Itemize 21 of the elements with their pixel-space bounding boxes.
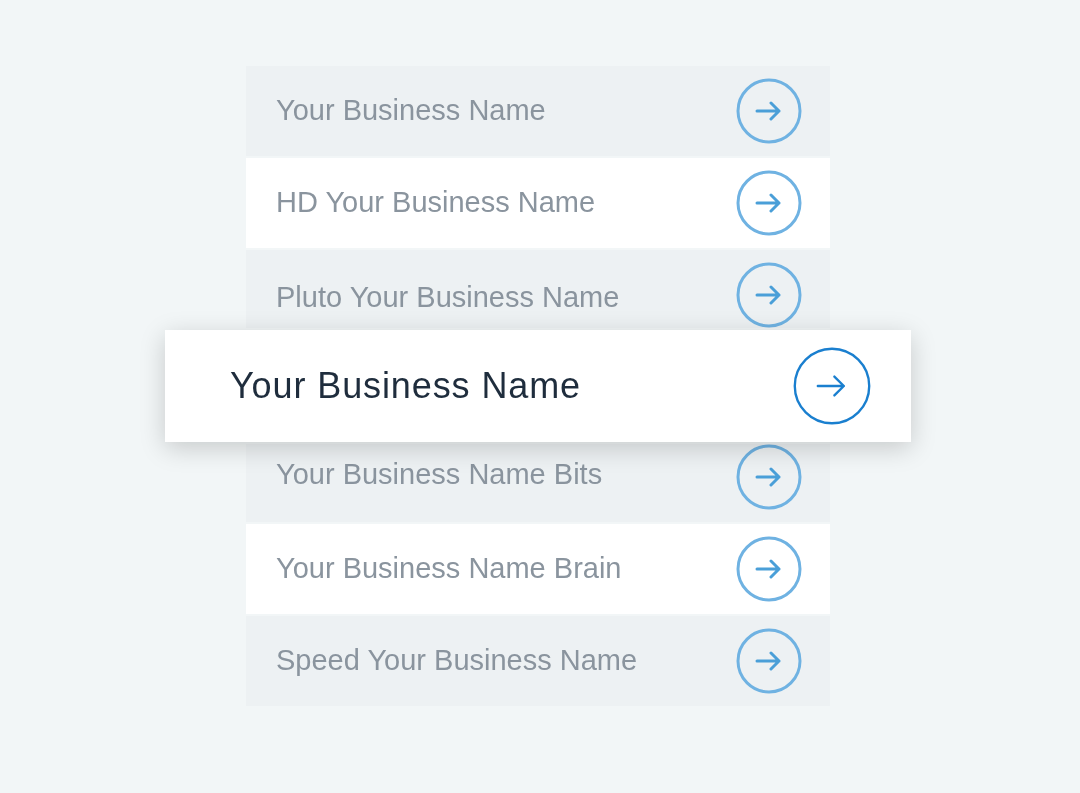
item-label: HD Your Business Name bbox=[276, 185, 596, 221]
item-label: Speed Your Business Name bbox=[276, 643, 638, 679]
list-item[interactable]: Your Business Name bbox=[165, 330, 911, 442]
arrow-circle-icon[interactable] bbox=[736, 536, 802, 602]
item-label: Your Business Name Brain bbox=[276, 551, 622, 587]
list-item[interactable]: Pluto Your Business Name bbox=[246, 250, 830, 328]
list-item[interactable]: Your Business Name bbox=[246, 66, 830, 156]
item-label: Your Business Name bbox=[230, 364, 582, 408]
arrow-circle-icon[interactable] bbox=[736, 170, 802, 236]
arrow-circle-icon[interactable] bbox=[736, 628, 802, 694]
arrow-circle-icon[interactable] bbox=[736, 444, 802, 510]
arrow-circle-icon[interactable] bbox=[793, 347, 871, 425]
item-label: Pluto Your Business Name bbox=[276, 280, 620, 315]
list-item[interactable]: Speed Your Business Name bbox=[246, 616, 830, 706]
list-item[interactable]: Your Business Name Brain bbox=[246, 524, 830, 614]
arrow-circle-icon[interactable] bbox=[736, 78, 802, 144]
item-label: Your Business Name Bits bbox=[276, 456, 603, 492]
list-item[interactable]: Your Business Name Bits bbox=[246, 444, 830, 522]
arrow-circle-icon[interactable] bbox=[736, 262, 802, 328]
list-item[interactable]: HD Your Business Name bbox=[246, 158, 830, 248]
item-label: Your Business Name bbox=[276, 93, 546, 129]
